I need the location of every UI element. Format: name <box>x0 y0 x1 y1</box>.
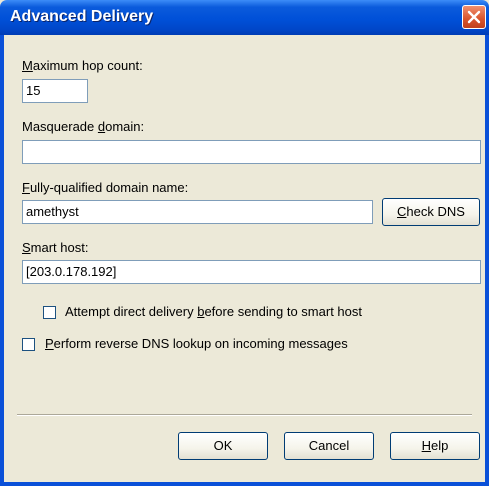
fqdn-input[interactable]: amethyst <box>22 200 373 224</box>
advanced-delivery-dialog: Advanced Delivery Maximum hop count: 15 … <box>0 0 489 486</box>
window-frame-bottom <box>0 482 489 486</box>
cancel-button[interactable]: Cancel <box>284 432 374 460</box>
attempt-direct-delivery-label[interactable]: Attempt direct delivery before sending t… <box>65 304 362 319</box>
fqdn-label: Fully-qualified domain name: <box>22 180 189 195</box>
masquerade-domain-input[interactable] <box>22 140 481 164</box>
check-dns-button[interactable]: Check DNS <box>382 198 480 226</box>
attempt-direct-delivery-checkbox[interactable] <box>43 306 56 319</box>
title-bar[interactable]: Advanced Delivery <box>0 0 489 35</box>
close-button[interactable] <box>462 5 486 29</box>
masquerade-domain-label: Masquerade domain: <box>22 119 145 134</box>
window-frame-right <box>485 35 489 486</box>
max-hop-count-label: Maximum hop count: <box>22 58 143 73</box>
ok-button[interactable]: OK <box>178 432 268 460</box>
close-icon <box>467 10 481 24</box>
reverse-dns-lookup-checkbox[interactable] <box>22 338 35 351</box>
dialog-title: Advanced Delivery <box>10 8 154 25</box>
smart-host-input[interactable]: [203.0.178.192] <box>22 260 481 284</box>
smart-host-label: Smart host: <box>22 240 89 255</box>
window-frame-left <box>0 35 4 486</box>
max-hop-count-input[interactable]: 15 <box>22 79 88 103</box>
button-separator <box>17 414 472 416</box>
reverse-dns-lookup-label[interactable]: Perform reverse DNS lookup on incoming m… <box>45 336 348 351</box>
help-button[interactable]: Help <box>390 432 480 460</box>
